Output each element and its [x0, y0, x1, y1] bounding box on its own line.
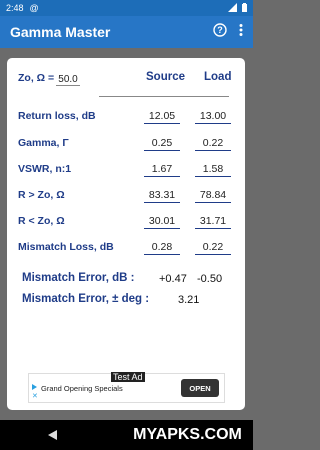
status-time: 2:48	[6, 3, 24, 13]
svg-text:?: ?	[217, 25, 223, 35]
help-icon[interactable]: ?	[213, 22, 227, 42]
more-vert-icon[interactable]	[239, 23, 243, 42]
return-loss-source-input[interactable]: 12.05	[144, 110, 180, 124]
r-greater-load-input[interactable]: 78.84	[195, 189, 231, 203]
mismatch-loss-source-input[interactable]: 0.28	[144, 241, 180, 255]
r-greater-label: R > Zo, Ω	[18, 189, 65, 201]
header-divider	[99, 96, 229, 97]
back-icon[interactable]	[48, 430, 57, 440]
ad-text: Grand Opening Specials	[41, 384, 123, 393]
load-column-header: Load	[204, 71, 232, 83]
gamma-load-input[interactable]: 0.22	[195, 137, 231, 151]
gamma-source-input[interactable]: 0.25	[144, 137, 180, 151]
return-loss-load-input[interactable]: 13.00	[195, 110, 231, 124]
at-icon: @	[29, 3, 39, 13]
watermark: MYAPKS.COM	[133, 426, 242, 443]
mismatch-error-db-label: Mismatch Error, dB :	[22, 272, 135, 284]
mismatch-error-db-plus: +0.47	[159, 273, 187, 285]
ad-banner[interactable]: Test Ad ✕ Grand Opening Specials OPEN	[28, 372, 225, 403]
ad-choices-icon[interactable]	[32, 384, 37, 390]
mismatch-loss-load-input[interactable]: 0.22	[195, 241, 231, 255]
zo-input[interactable]: 50.0	[56, 74, 80, 86]
source-column-header: Source	[146, 71, 185, 83]
vswr-load-input[interactable]: 1.58	[195, 163, 231, 177]
vswr-source-input[interactable]: 1.67	[144, 163, 180, 177]
ad-open-button[interactable]: OPEN	[181, 379, 219, 397]
r-less-load-input[interactable]: 31.71	[195, 215, 231, 229]
app-title: Gamma Master	[10, 24, 111, 40]
ad-tag: Test Ad	[111, 372, 145, 382]
r-less-source-input[interactable]: 30.01	[144, 215, 180, 229]
vswr-label: VSWR, n:1	[18, 163, 72, 175]
gamma-label: Gamma, Γ	[18, 137, 69, 149]
calculator-card: Zo, Ω = 50.0 Source Load Return loss, dB…	[7, 58, 245, 410]
zo-label: Zo, Ω =	[18, 72, 55, 84]
status-bar: 2:48 @	[0, 0, 253, 16]
r-less-label: R < Zo, Ω	[18, 215, 65, 227]
mismatch-error-deg-value: 3.21	[178, 294, 200, 306]
mismatch-error-deg-label: Mismatch Error, ± deg :	[22, 293, 150, 305]
r-greater-source-input[interactable]: 83.31	[144, 189, 180, 203]
app-bar: Gamma Master ?	[0, 16, 253, 48]
battery-icon	[242, 2, 247, 14]
ad-close-icon[interactable]: ✕	[32, 392, 38, 400]
return-loss-label: Return loss, dB	[18, 110, 96, 122]
mismatch-loss-label: Mismatch Loss, dB	[18, 241, 114, 253]
mismatch-error-db-minus: -0.50	[197, 273, 223, 285]
signal-icon	[228, 2, 237, 14]
